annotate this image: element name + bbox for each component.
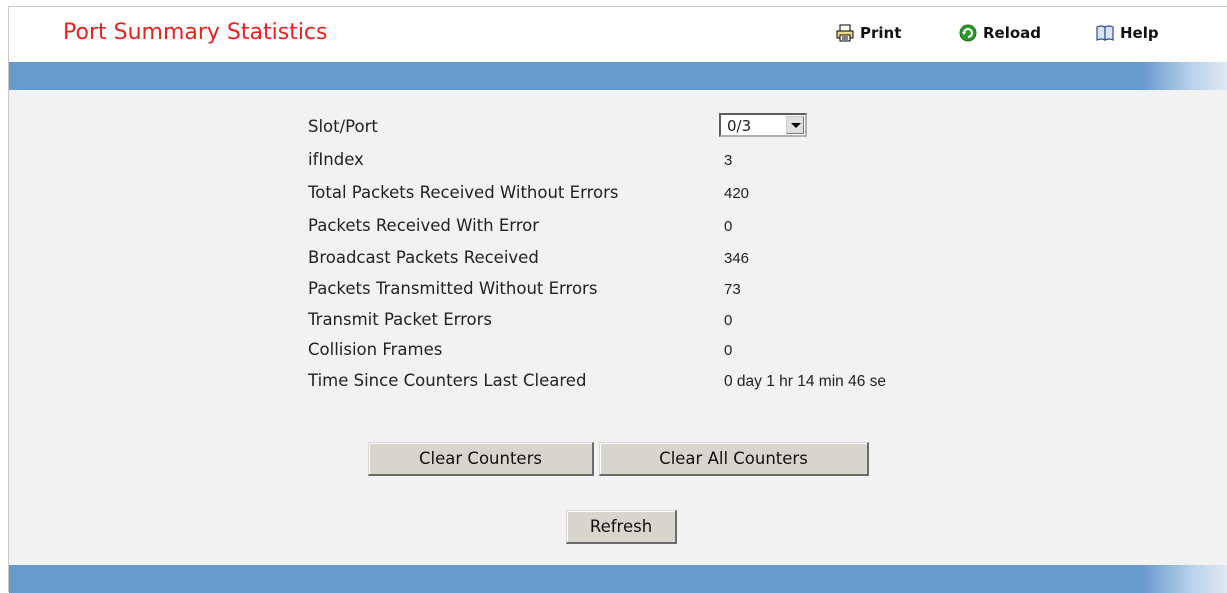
clear-all-counters-button[interactable]: Clear All Counters	[599, 442, 869, 476]
statistics-panel: Slot/Port 0/3 ifIndex 3 Total Packets Re…	[9, 90, 1227, 565]
help-label: Help	[1120, 24, 1159, 42]
refresh-button[interactable]: Refresh	[566, 510, 677, 544]
transmit-errors-value: 0	[724, 312, 733, 329]
broadcast-packets-value: 346	[724, 250, 750, 267]
total-packets-received-label: Total Packets Received Without Errors	[308, 183, 619, 202]
header-bar	[9, 62, 1227, 90]
broadcast-packets-label: Broadcast Packets Received	[308, 248, 539, 267]
slot-port-value: 0/3	[727, 117, 752, 135]
ifindex-label: ifIndex	[308, 150, 364, 169]
time-since-cleared-label: Time Since Counters Last Cleared	[308, 371, 587, 390]
packets-received-error-value: 0	[724, 218, 733, 235]
packets-transmitted-value: 73	[724, 281, 741, 298]
collision-frames-label: Collision Frames	[308, 340, 443, 359]
slot-port-label: Slot/Port	[308, 117, 378, 136]
time-since-cleared-value: 0 day 1 hr 14 min 46 se	[724, 373, 886, 390]
print-button[interactable]: Print	[836, 24, 901, 42]
page-title: Port Summary Statistics	[63, 20, 328, 45]
help-button[interactable]: Help	[1096, 24, 1159, 42]
transmit-errors-label: Transmit Packet Errors	[308, 310, 493, 329]
packets-received-error-label: Packets Received With Error	[308, 216, 540, 235]
packets-transmitted-label: Packets Transmitted Without Errors	[308, 279, 598, 298]
slot-port-select[interactable]: 0/3	[719, 113, 807, 137]
header: Port Summary Statistics Print Reload Hel…	[9, 7, 1227, 61]
footer-bar	[9, 565, 1227, 593]
total-packets-received-value: 420	[724, 185, 750, 202]
collision-frames-value: 0	[724, 342, 733, 359]
clear-counters-button[interactable]: Clear Counters	[368, 442, 594, 476]
printer-icon	[836, 24, 854, 42]
reload-label: Reload	[983, 24, 1042, 42]
print-label: Print	[860, 24, 902, 42]
book-icon	[1096, 24, 1114, 42]
ifindex-value: 3	[724, 152, 733, 169]
reload-button[interactable]: Reload	[959, 24, 1041, 42]
chevron-down-icon[interactable]	[786, 116, 804, 134]
reload-icon	[959, 24, 977, 42]
